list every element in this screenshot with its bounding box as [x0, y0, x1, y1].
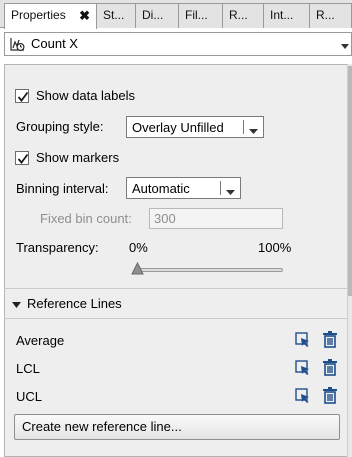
histogram-icon [10, 37, 26, 52]
section-divider [4, 288, 347, 289]
reference-lines-title: Reference Lines [27, 296, 122, 311]
transparency-max-label: 100% [258, 240, 292, 255]
transparency-slider-track[interactable] [134, 268, 283, 272]
grouping-style-dropdown[interactable]: Overlay Unfilled [126, 116, 264, 138]
fixed-bin-count-input[interactable]: 300 [149, 208, 283, 229]
create-reference-line-button[interactable]: Create new reference line... [14, 414, 340, 440]
transparency-min-label: 0% [129, 240, 148, 255]
trash-icon[interactable] [322, 387, 338, 407]
reference-line-label: Average [16, 333, 65, 348]
chevron-down-icon [249, 124, 258, 138]
reference-lines-header[interactable]: Reference Lines [12, 296, 122, 312]
edit-icon[interactable] [295, 360, 311, 379]
tab-styles[interactable]: St... [96, 3, 136, 28]
trash-icon[interactable] [322, 331, 338, 351]
tab-properties[interactable]: Properties ✖ [4, 3, 97, 29]
grouping-style-value: Overlay Unfilled [132, 120, 224, 135]
binning-interval-dropdown[interactable]: Automatic [126, 177, 241, 199]
show-data-labels-checkbox[interactable] [15, 89, 29, 103]
data-role-select[interactable]: Count X [4, 32, 352, 56]
tab-bar: Properties ✖ St... Di... Fil... R... Int… [0, 0, 352, 29]
transparency-slider-thumb[interactable] [131, 261, 144, 278]
binning-interval-label: Binning interval: [16, 181, 109, 196]
tab-label: R... [316, 8, 335, 22]
trash-icon[interactable] [322, 359, 338, 379]
tab-label: Properties [11, 8, 66, 22]
checkmark-icon [17, 91, 29, 102]
tab-ranks[interactable]: R... [222, 3, 264, 28]
close-icon[interactable]: ✖ [79, 4, 90, 27]
dropdown-separator [220, 181, 221, 195]
tab-interactions[interactable]: Int... [263, 3, 310, 28]
data-role-value: Count X [31, 36, 78, 51]
reference-line-label: UCL [16, 389, 43, 404]
edit-icon[interactable] [295, 332, 311, 351]
scrollbar-thumb[interactable] [348, 66, 352, 296]
tab-roles[interactable]: R... [309, 3, 352, 28]
grouping-style-label: Grouping style: [16, 119, 104, 134]
chevron-down-icon [12, 297, 21, 312]
reference-line-label: LCL [16, 361, 40, 376]
section-divider [4, 318, 347, 319]
tab-label: St... [103, 8, 125, 22]
show-markers-checkbox[interactable] [15, 151, 29, 165]
tab-display[interactable]: Di... [135, 3, 179, 28]
tab-filters[interactable]: Fil... [178, 3, 223, 28]
tab-label: Di... [142, 8, 164, 22]
tab-label: Int... [270, 8, 294, 22]
edit-icon[interactable] [295, 388, 311, 407]
chevron-down-icon [226, 185, 235, 199]
transparency-label: Transparency: [16, 240, 99, 255]
show-data-labels-label: Show data labels [36, 88, 136, 103]
fixed-bin-count-label: Fixed bin count: [40, 211, 132, 226]
vertical-scrollbar[interactable] [347, 64, 352, 457]
tab-label: Fil... [185, 8, 208, 22]
show-markers-label: Show markers [36, 150, 120, 165]
chevron-down-icon[interactable] [341, 39, 349, 53]
checkmark-icon [17, 153, 29, 164]
dropdown-separator [243, 120, 244, 134]
tab-label: R... [229, 8, 248, 22]
binning-interval-value: Automatic [132, 181, 190, 196]
